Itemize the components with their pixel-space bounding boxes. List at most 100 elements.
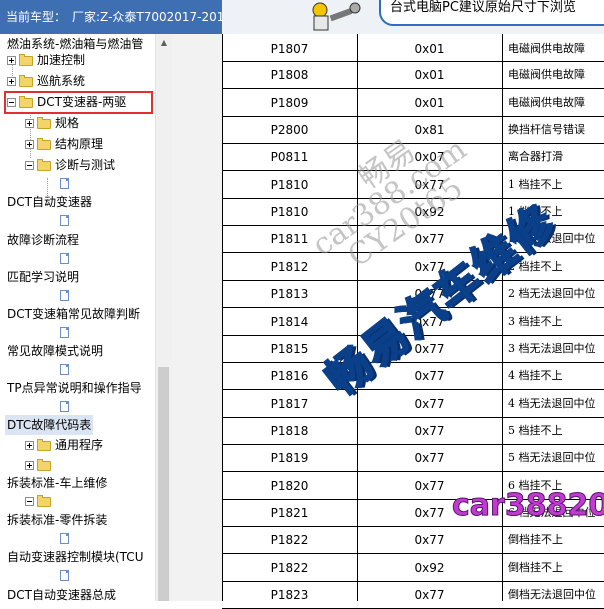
dtc-description-cell: 换挡杆信号错误 xyxy=(508,123,585,136)
table-row: P1821 0x77 6 档无法退回中位 xyxy=(222,500,604,527)
dtc-description-cell: 2 档挂不上 xyxy=(508,260,563,273)
tree-item-general-procedures[interactable]: 通用程序 xyxy=(25,435,103,455)
collapse-icon[interactable] xyxy=(25,161,34,170)
dtc-hex-cell: 0x77 xyxy=(414,424,445,438)
dtc-description-cell: 倒档无法退回中位 xyxy=(508,588,596,601)
table-row: P1810 0x77 1 档挂不上 xyxy=(222,172,604,199)
expand-icon[interactable] xyxy=(25,441,34,450)
dtc-description-cell: 倒档挂不上 xyxy=(508,561,563,574)
dtc-code-cell: P1810 xyxy=(270,178,309,192)
dtc-description-cell: 1 档挂不上 xyxy=(508,178,563,191)
tree-item-structure[interactable]: 结构原理 xyxy=(25,134,103,154)
tree-scrollbar[interactable]: ▲ xyxy=(155,34,172,601)
dtc-code-cell: P0811 xyxy=(270,150,309,164)
folder-icon xyxy=(37,116,51,129)
dtc-code-cell: P1821 xyxy=(270,506,309,520)
expand-icon[interactable] xyxy=(25,119,34,128)
document-icon xyxy=(60,290,69,301)
dtc-hex-cell: 0x77 xyxy=(414,232,445,246)
top-banner: 台式电脑PC建议原始尺寸下浏览 xyxy=(222,0,604,34)
document-icon xyxy=(60,401,69,412)
expand-icon[interactable] xyxy=(7,56,16,65)
table-row: P1815 0x77 3 档无法退回中位 xyxy=(222,336,604,363)
tree-item-diagnosis[interactable]: 诊断与测试 xyxy=(25,155,115,175)
dtc-hex-cell: 0x01 xyxy=(414,42,445,56)
tree-item-spec[interactable]: 规格 xyxy=(25,113,79,133)
folder-icon xyxy=(37,137,51,150)
dtc-code-cell: P1823 xyxy=(270,588,309,602)
collapse-icon[interactable] xyxy=(25,497,34,506)
dtc-code-cell: P1808 xyxy=(270,68,309,82)
dtc-code-cell: P1822 xyxy=(270,533,309,547)
table-row: P1823 0x77 倒档无法退回中位 xyxy=(222,582,604,609)
dtc-description-cell: 6 档挂不上 xyxy=(508,479,563,492)
vehicle-name: 厂家:Z-众泰T7002017-2018 xyxy=(72,10,222,24)
dtc-hex-cell: 0x81 xyxy=(414,123,445,137)
tree-item-fault-modes[interactable]: 常见故障模式说明 xyxy=(7,341,103,361)
dtc-hex-cell: 0x92 xyxy=(414,205,445,219)
dtc-code-cell: P1807 xyxy=(270,42,309,56)
dtc-hex-cell: 0x77 xyxy=(414,451,445,465)
folder-icon xyxy=(37,438,51,451)
dtc-hex-cell: 0x07 xyxy=(414,150,445,164)
tree-item-blank-folder-2[interactable] xyxy=(25,491,55,511)
expand-icon[interactable] xyxy=(25,461,34,470)
dtc-hex-cell: 0x92 xyxy=(414,561,445,575)
table-row: P1818 0x77 5 档挂不上 xyxy=(222,418,604,445)
dtc-hex-cell: 0x77 xyxy=(414,260,445,274)
dtc-code-cell: P1816 xyxy=(270,369,309,383)
tree-item-dtc-table[interactable]: DTC故障代码表 xyxy=(5,415,94,435)
document-icon xyxy=(60,364,69,375)
scroll-up-icon[interactable]: ▲ xyxy=(156,34,172,51)
dtc-hex-cell: 0x77 xyxy=(414,342,445,356)
vehicle-label: 当前车型： xyxy=(6,10,67,24)
dtc-code-cell: P1811 xyxy=(270,232,309,246)
dtc-description-cell: 电磁阀供电故障 xyxy=(508,96,585,109)
dtc-code-cell: P1818 xyxy=(270,424,309,438)
table-row: P0811 0x07 离合器打滑 xyxy=(222,144,604,171)
tree-item-tp-guide[interactable]: TP点异常说明和操作指导 xyxy=(7,378,142,398)
tree-item-accel-control[interactable]: 加速控制 xyxy=(7,50,85,70)
tree-item-blank-folder[interactable] xyxy=(25,455,55,475)
dtc-description-cell: 倒档挂不上 xyxy=(508,533,563,546)
document-icon xyxy=(60,253,69,264)
table-row: P1808 0x01 电磁阀供电故障 xyxy=(222,62,604,89)
dtc-description-cell: 电磁阀供电故障 xyxy=(508,42,585,55)
tree-item-dct-assembly[interactable]: DCT自动变速器总成 xyxy=(7,585,116,601)
dtc-description-cell: 4 档挂不上 xyxy=(508,369,563,382)
table-row: P1814 0x77 3 档挂不上 xyxy=(222,309,604,336)
tree-item-cruise-system[interactable]: 巡航系统 xyxy=(7,71,85,91)
folder-icon xyxy=(19,53,33,66)
tree-item-fault-flow[interactable]: 故障诊断流程 xyxy=(7,230,79,250)
tree-item-onvehicle-repair[interactable]: 拆装标准-车上维修 xyxy=(7,473,107,493)
expand-icon[interactable] xyxy=(25,140,34,149)
dtc-description-cell: 2 档无法退回中位 xyxy=(508,287,596,300)
dtc-hex-cell: 0x77 xyxy=(414,479,445,493)
tree-item-match-learning[interactable]: 匹配学习说明 xyxy=(7,267,79,287)
dtc-description-cell: 6 档无法退回中位 xyxy=(508,506,596,519)
dtc-hex-cell: 0x77 xyxy=(414,533,445,547)
table-row: P1812 0x77 2 档挂不上 xyxy=(222,254,604,281)
dtc-description-cell: 1 档挂不上 xyxy=(508,205,563,218)
dtc-hex-cell: 0x77 xyxy=(414,178,445,192)
highlight-box xyxy=(4,91,153,114)
table-row: P1811 0x77 1 档无法退回中位 xyxy=(222,226,604,253)
document-icon xyxy=(60,533,69,544)
document-icon xyxy=(60,327,69,338)
scroll-thumb[interactable] xyxy=(158,367,169,601)
navigation-tree[interactable]: 燃油系统-燃油箱与燃油管 加速控制 巡航系统 DCT变速器-两驱 规格 结构原理… xyxy=(0,34,155,601)
table-row: P1807 0x01 电磁阀供电故障 xyxy=(222,34,604,62)
tree-item-tcu[interactable]: 自动变速器控制模块(TCU xyxy=(7,547,143,567)
pane-gutter xyxy=(172,34,222,601)
dtc-description-cell: 3 档挂不上 xyxy=(508,315,563,328)
tree-item-common-faults[interactable]: DCT变速箱常见故障判断 xyxy=(7,304,140,324)
dtc-code-cell: P1819 xyxy=(270,451,309,465)
expand-icon[interactable] xyxy=(7,77,16,86)
table-row: P1820 0x77 6 档挂不上 xyxy=(222,473,604,500)
dtc-code-cell: P1820 xyxy=(270,479,309,493)
tree-item-dct-auto-trans[interactable]: DCT自动变速器 xyxy=(7,192,92,212)
dtc-hex-cell: 0x77 xyxy=(414,369,445,383)
tree-item-part-disassembly[interactable]: 拆装标准-零件拆装 xyxy=(7,510,107,530)
table-row: P1817 0x77 4 档无法退回中位 xyxy=(222,391,604,418)
dtc-hex-cell: 0x77 xyxy=(414,287,445,301)
